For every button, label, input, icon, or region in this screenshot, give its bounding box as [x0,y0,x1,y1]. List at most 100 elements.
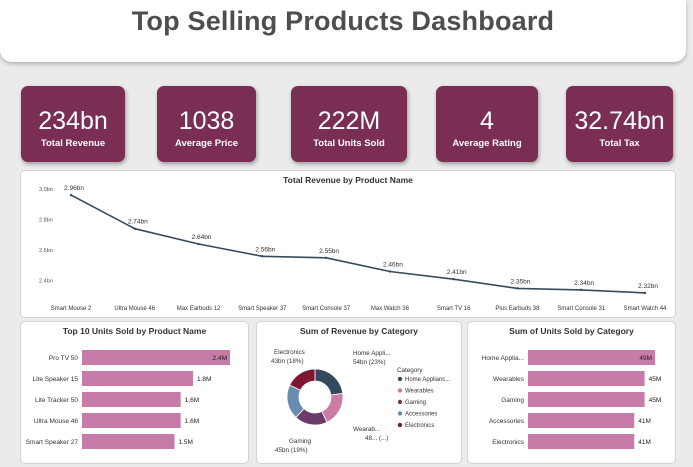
kpi-card-total-revenue[interactable]: 234bn Total Revenue [21,86,125,162]
kpi-value: 4 [480,107,494,135]
category-label: Wearables [493,376,525,383]
value-label: 41M [638,418,651,425]
x-tick-label: Plus Earbuds 38 [495,306,540,312]
data-point [133,227,136,230]
x-tick-label: Smart Watch 44 [624,306,667,312]
line-chart: 3.0bn 2.8bn 2.6bn 2.4bn 2.96bn Smart Mouse 2 2… [39,185,667,312]
category-label: Electronics [492,439,525,446]
x-tick-label: Max Watch 36 [371,306,410,312]
legend-marker [397,411,403,416]
y-tick-label: 2.4bn [39,279,53,285]
donut-slice [314,368,344,396]
data-label: 2.34bn [574,280,594,287]
kpi-value: 222M [317,107,381,135]
category-label: Smart Speaker 27 [26,439,79,446]
data-point [261,255,264,258]
donut-slice [289,368,316,391]
data-label: 2.32bn [638,283,658,290]
category-label: Lite Tracker 50 [35,397,78,404]
slice-label: 45bn (19%) [275,447,308,454]
legend-marker [397,388,403,393]
y-tick-label: 3.0bn [39,187,53,193]
legend-label: Accessories [405,412,437,418]
x-tick-label: Smart Console 37 [302,306,351,312]
slice-label: Wearab... [353,426,380,433]
category-label: Pro TV 50 [49,355,79,362]
legend-label: Gaming [405,400,426,406]
legend-label: Home Applianc... [405,377,451,383]
data-label: 2.64bn [192,234,212,241]
bar [82,413,181,428]
top-units-panel[interactable]: Top 10 Units Sold by Product Name Pro TV… [20,321,249,464]
bar [82,434,175,449]
page-title: Top Selling Products Dashboard [131,6,555,36]
category-label: Home Applia... [482,355,524,362]
slice-label: Home Appli... [353,350,391,357]
x-tick-label: Smart Speaker 37 [238,306,287,312]
revenue-category-panel[interactable]: Sum of Revenue by Category Home Appli...… [256,321,462,464]
data-point [643,291,647,295]
bar [528,350,655,365]
x-tick-label: Smart Mouse 2 [51,306,92,312]
bar [528,413,635,428]
bar [528,434,635,449]
data-label: 2.55bn [319,248,339,255]
data-label: 2.56bn [255,246,275,253]
slice-label: 43bn (18%) [271,358,304,365]
legend-marker [397,399,403,405]
legend-title: Category [397,367,423,374]
value-label: 2.4M [213,355,227,362]
category-label: Lite Speaker 15 [32,376,78,383]
value-label: 1.5M [179,439,193,446]
slice-label: Electronics [274,349,305,356]
bar [528,392,645,407]
x-tick-label: Max Earbuds 12 [177,306,221,312]
legend-label: Wearables [405,389,434,395]
x-tick-label: Ultra Mouse 46 [114,306,155,312]
value-label: 45M [649,376,662,383]
units-category-panel[interactable]: Sum of Units Sold by Category Home Appli… [467,321,676,464]
bar [82,350,230,365]
title-card: Top Selling Products Dashboard [0,0,686,62]
value-label: 45M [649,397,662,404]
data-point [324,256,328,259]
units-category-bar-chart: Home Applia... 49M Wearables 45M Gaming 45M Ac… [482,350,662,449]
data-label: 2.41bn [447,269,467,276]
x-tick-label: Smart TV 16 [437,306,471,312]
revenue-donut-chart: Home Appli... 54bn (23%) Electronics 43bn (… [271,349,451,454]
legend-marker [397,376,403,382]
revenue-line [70,194,646,294]
data-label: 2.35bn [510,278,530,285]
category-label: Gaming [501,397,524,404]
x-tick-label: Smart Console 31 [557,306,606,312]
bar [82,371,193,386]
kpi-card-total-tax[interactable]: 32.74bn Total Tax [566,86,673,162]
value-label: 41M [638,439,651,446]
data-label: 2.46bn [383,262,403,269]
bar [528,371,645,386]
bar [82,392,181,407]
y-tick-label: 2.8bn [39,218,53,224]
legend-marker [397,422,403,428]
data-label: 2.96bn [64,185,84,192]
kpi-label: Average Price [174,138,239,149]
slice-label: 48... (...) [365,435,388,442]
line-chart-panel[interactable]: Total Revenue by Product Name 3.0bn 2.8bn… [20,170,676,318]
slice-label: 54bn (23%) [353,359,386,366]
kpi-label: Average Rating [452,138,522,149]
kpi-label: Total Tax [599,138,640,149]
value-label: 1.6M [185,397,199,404]
data-point [69,193,73,197]
value-label: 1.8M [197,376,211,383]
kpi-card-total-units-sold[interactable]: 222M Total Units Sold [291,86,407,162]
data-point [452,277,455,281]
slice-label: Gaming [289,438,312,445]
value-label: 49M [639,355,652,362]
value-label: 1.6M [185,418,199,425]
kpi-value: 32.74bn [574,107,665,135]
kpi-card-average-rating[interactable]: 4 Average Rating [436,86,538,162]
y-tick-label: 2.6bn [39,248,53,254]
kpi-card-average-price[interactable]: 1038 Average Price [157,86,256,162]
data-point [388,270,392,273]
data-point [516,287,519,290]
